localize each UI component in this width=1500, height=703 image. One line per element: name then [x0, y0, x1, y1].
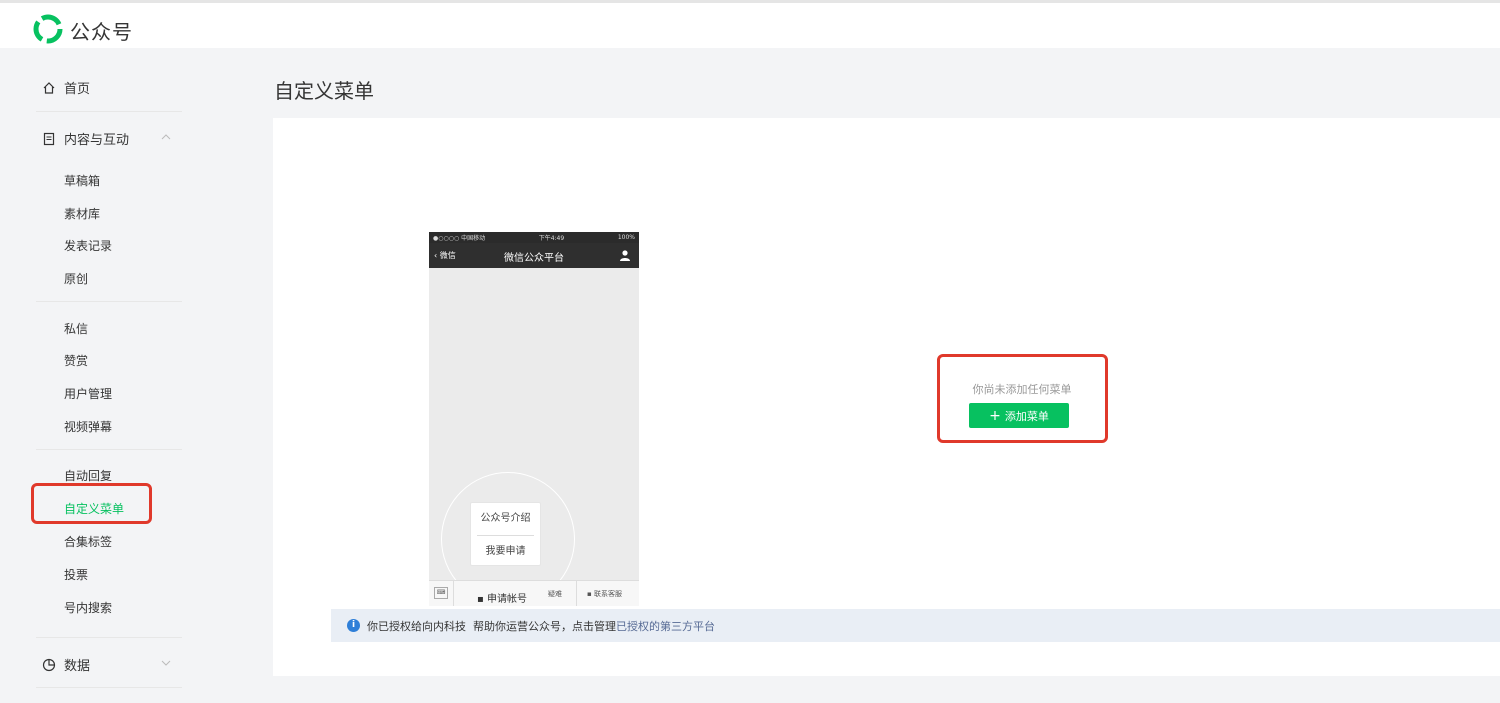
phone-battery: 100%	[617, 234, 635, 241]
phone-nav-bar: ‹ 微信 微信公众平台	[429, 243, 639, 268]
keyboard-icon: ⌨	[434, 587, 448, 599]
phone-menu-popup: 公众号介绍 我要申请	[470, 502, 541, 566]
phone-nav-title: 微信公众平台	[504, 253, 564, 264]
sidebar-item-materials[interactable]: 素材库	[64, 205, 100, 222]
brand-name[interactable]: 公众号	[70, 16, 133, 45]
document-icon	[43, 132, 55, 145]
divider	[36, 449, 182, 450]
sidebar-item-home[interactable]: 首页	[42, 78, 90, 97]
info-text: 你已授权给向内科技 帮助你运营公众号，点击管理	[367, 619, 616, 633]
sidebar-item-drafts[interactable]: 草稿箱	[64, 172, 100, 189]
sidebar-item-auto-reply[interactable]: 自动回复	[64, 467, 112, 484]
divider	[36, 301, 182, 302]
sidebar-item-messages[interactable]: 私信	[64, 320, 88, 337]
chevron-up-icon[interactable]	[160, 131, 172, 143]
add-menu-label: 添加菜单	[1004, 409, 1049, 423]
sidebar-item-voting[interactable]: 投票	[64, 566, 88, 583]
annotation-highlight-box	[31, 483, 152, 524]
phone-menu-faq: 疑难	[548, 590, 562, 598]
wechat-official-account-logo[interactable]	[33, 14, 63, 44]
sidebar-item-rewards[interactable]: 赞赏	[64, 352, 88, 369]
phone-bottom-menu: ⌨ ▪ 申请帐号 疑难 ▪ 联系客服	[429, 580, 639, 606]
pie-chart-icon	[42, 658, 56, 671]
divider	[36, 687, 182, 688]
phone-menu-apply: ▪ 申请帐号	[477, 594, 527, 605]
sidebar-item-original[interactable]: 原创	[64, 270, 88, 287]
divider	[453, 581, 454, 606]
sidebar-item-label: 数据	[64, 659, 91, 674]
info-icon: i	[347, 619, 360, 632]
empty-state-text: 你尚未添加任何菜单	[972, 383, 1072, 396]
sidebar-item-collection-tags[interactable]: 合集标签	[64, 533, 112, 550]
top-bar: 公众号	[0, 0, 1500, 48]
popup-item-intro: 公众号介绍	[480, 513, 531, 524]
page-title: 自定义菜单	[274, 79, 374, 103]
sidebar-item-content-interaction[interactable]: 内容与互动	[42, 129, 129, 148]
chevron-down-icon[interactable]	[160, 657, 172, 669]
add-menu-button[interactable]: + 添加菜单	[969, 403, 1069, 428]
phone-carrier: ●○○○○ 中国移动	[433, 235, 486, 242]
phone-menu-contact: ▪ 联系客服	[587, 590, 622, 598]
third-party-link[interactable]: 已授权的第三方平台	[616, 618, 715, 634]
sidebar: 首页 内容与互动 草稿箱 素材库 发表记录 原创 私信 赞赏 用户管理 视频弹幕…	[0, 48, 210, 703]
sidebar-item-video-danmaku[interactable]: 视频弹幕	[64, 418, 112, 435]
sidebar-item-label: 首页	[64, 82, 91, 97]
divider	[36, 111, 182, 112]
phone-time: 下午4:49	[538, 235, 565, 242]
sidebar-item-data[interactable]: 数据	[42, 655, 90, 674]
divider	[576, 581, 577, 606]
plus-icon: +	[989, 407, 1001, 424]
phone-preview: ●○○○○ 中国移动 下午4:49 100% ‹ 微信 微信公众平台 公众号介绍…	[429, 232, 639, 606]
user-icon	[620, 250, 630, 261]
divider	[36, 637, 182, 638]
annotation-highlight-box	[937, 354, 1108, 443]
phone-status-bar: ●○○○○ 中国移动 下午4:49 100%	[429, 232, 639, 243]
popup-item-apply: 我要申请	[485, 546, 526, 557]
sidebar-item-publish-records[interactable]: 发表记录	[64, 237, 112, 254]
sidebar-item-label: 内容与互动	[64, 133, 130, 148]
sidebar-item-internal-search[interactable]: 号内搜索	[64, 599, 112, 616]
authorization-info-bar: i 你已授权给向内科技 帮助你运营公众号，点击管理 已授权的第三方平台	[331, 609, 1500, 642]
home-icon	[43, 81, 55, 94]
sidebar-item-user-management[interactable]: 用户管理	[64, 385, 112, 402]
